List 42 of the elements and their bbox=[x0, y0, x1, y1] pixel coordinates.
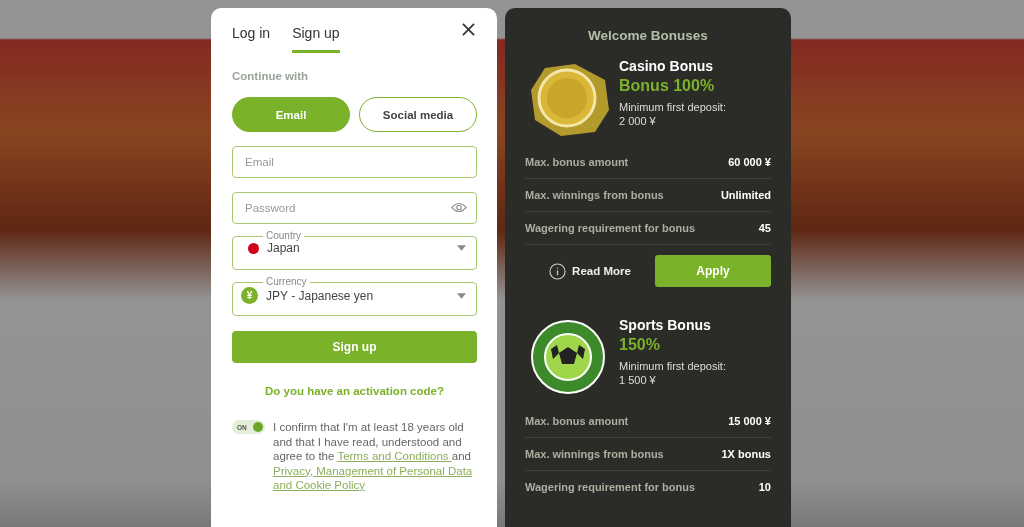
email-field[interactable]: Email bbox=[232, 146, 477, 178]
tab[interactable]: Sign up bbox=[292, 22, 340, 53]
bonus-value: 150% bbox=[619, 336, 661, 354]
row-value: 60 000 ¥ bbox=[728, 156, 771, 168]
row-label: Max. winnings from bonus bbox=[525, 448, 664, 460]
method-button[interactable]: Social media bbox=[359, 97, 477, 132]
select-value: Japan bbox=[267, 241, 301, 255]
caret-icon bbox=[457, 292, 466, 299]
row-label: Max. winnings from bonus bbox=[525, 189, 664, 201]
deposit-amount: 2 000 ¥ bbox=[619, 114, 657, 128]
close-icon[interactable] bbox=[462, 23, 475, 36]
continue-with-label: Continue with bbox=[232, 70, 309, 82]
currency-icon: ¥ bbox=[241, 287, 258, 304]
row-label: Max. bonus amount bbox=[525, 415, 629, 427]
select-value: JPY - Japanese yen bbox=[266, 288, 375, 303]
row-value: 1X bonus bbox=[721, 448, 771, 460]
row-value: 10 bbox=[758, 481, 771, 493]
field-label: Currency bbox=[265, 277, 308, 287]
caret-icon bbox=[457, 245, 466, 251]
read-more-link[interactable]: Read More bbox=[525, 262, 655, 280]
deposit-label: Minimum first deposit: bbox=[619, 359, 726, 373]
field-label: Country bbox=[265, 231, 302, 241]
row-label: Wagering requirement for bonus bbox=[525, 222, 696, 234]
bonus-value: Bonus 100% bbox=[619, 77, 716, 95]
deposit-amount: 1 500 ¥ bbox=[619, 373, 657, 387]
consent-text: I confirm that I'm at least 18 years old and that I have read, understood and agree to the Terms and Conditions and Privacy, Management of Personal Data and Cookie Policy bbox=[273, 420, 477, 493]
row-value: Unlimited bbox=[720, 189, 771, 201]
eye-icon[interactable] bbox=[451, 202, 467, 213]
row-label: Wagering requirement for bonus bbox=[525, 481, 696, 493]
info-icon bbox=[549, 262, 567, 280]
bonus-title: Casino Bonus bbox=[619, 58, 715, 74]
tab[interactable]: Log in bbox=[232, 22, 271, 50]
select-field[interactable]: Currency ¥ JPY - Japanese yen bbox=[232, 277, 477, 316]
select-field[interactable]: Country Japan bbox=[232, 231, 477, 270]
row-value: 15 000 ¥ bbox=[728, 415, 771, 427]
password-field[interactable]: Password bbox=[232, 192, 477, 224]
row-label: Max. bonus amount bbox=[525, 156, 629, 168]
panel-title: Welcome Bonuses bbox=[587, 28, 709, 43]
row-value: 45 bbox=[758, 222, 771, 234]
deposit-label: Minimum first deposit: bbox=[619, 100, 726, 114]
bonus-title: Sports Bonus bbox=[619, 317, 712, 333]
flag-icon bbox=[248, 242, 259, 254]
